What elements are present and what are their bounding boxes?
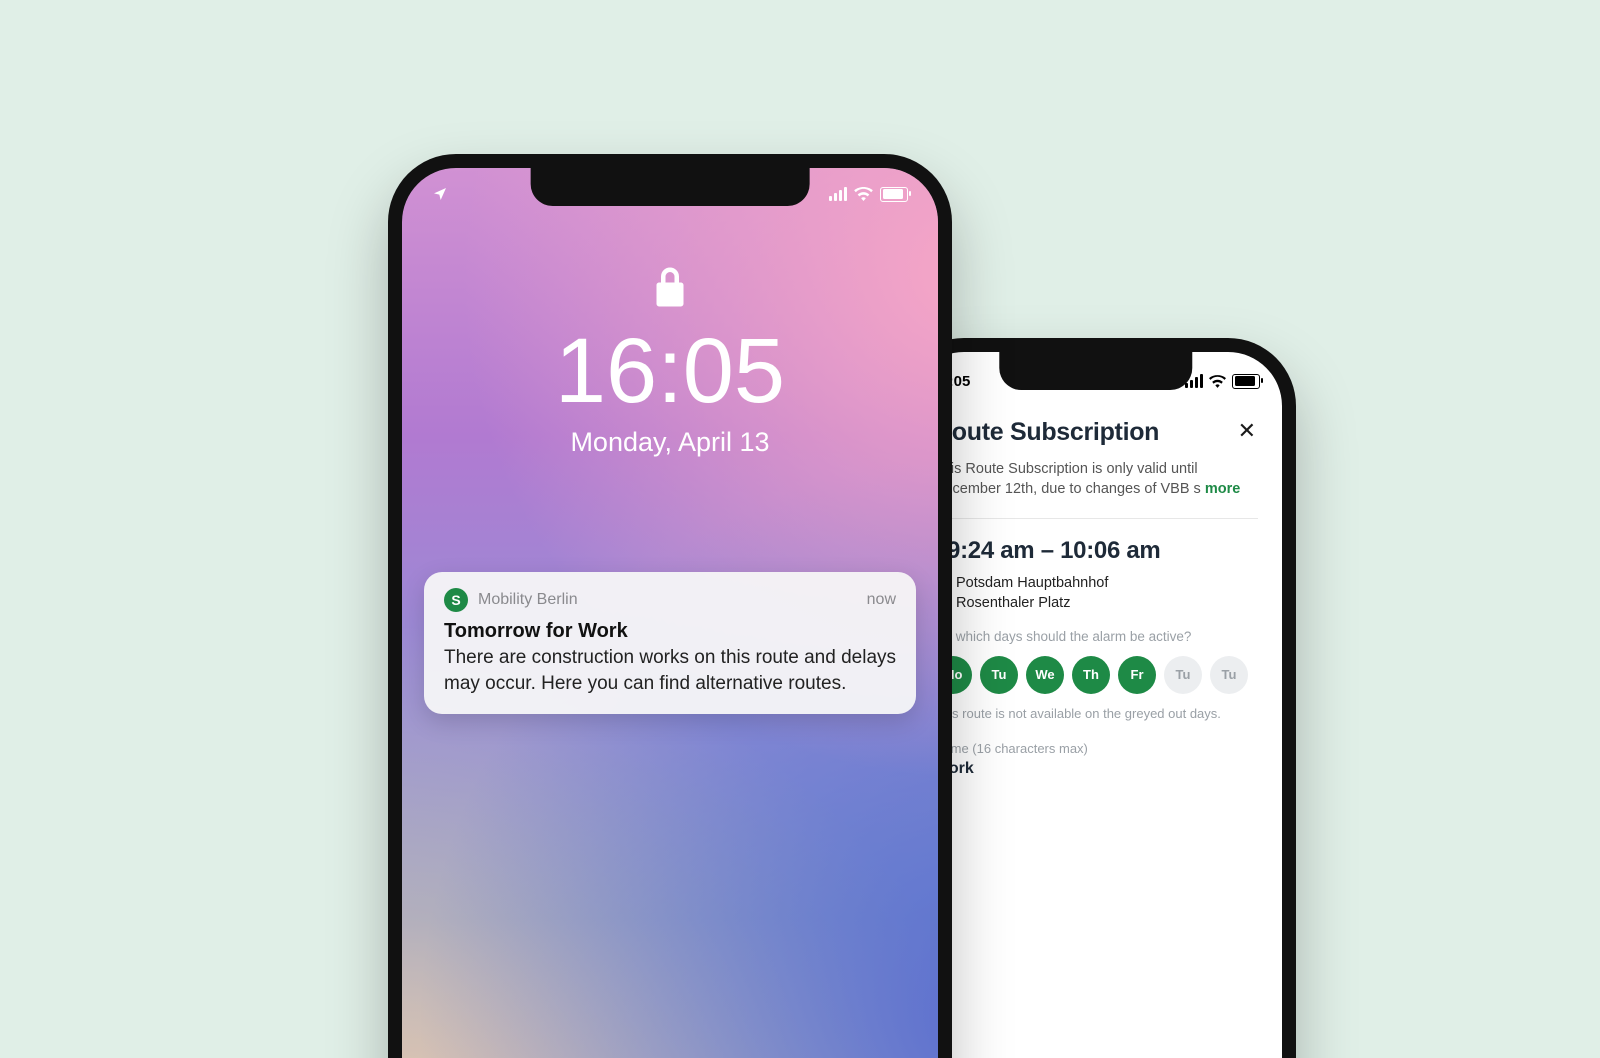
stops: Potsdam Hauptbahnhof Rosenthaler Platz xyxy=(934,575,1258,611)
notification-body: There are construction works on this rou… xyxy=(444,645,896,696)
signal-icon xyxy=(829,187,847,201)
day-toggle[interactable]: We xyxy=(1026,656,1064,694)
name-field-label: Name (16 characters max) xyxy=(934,741,1258,756)
notification-header: S Mobility Berlin now xyxy=(444,588,896,612)
name-field-value[interactable]: Work xyxy=(934,760,1258,778)
validity-notice: This Route Subscription is only valid un… xyxy=(934,459,1258,500)
lock-icon xyxy=(402,264,938,315)
more-link[interactable]: more xyxy=(1205,481,1240,497)
phone-lock-screen: 16:05 Monday, April 13 S Mobility Berlin… xyxy=(388,154,952,1058)
status-bar: 17:05 xyxy=(910,352,1282,396)
divider xyxy=(934,518,1258,519)
app-icon: S xyxy=(444,588,468,612)
lock-time: 16:05 xyxy=(402,325,938,417)
day-selector: MoTuWeThFrTuTu xyxy=(934,656,1258,694)
time-range: 09:24 am – 10:06 am xyxy=(934,537,1258,565)
lock-date: Monday, April 13 xyxy=(402,427,938,458)
day-toggle: Tu xyxy=(1164,656,1202,694)
screen: 17:05 Route Subscription ✕ xyxy=(910,352,1282,1058)
notification-card[interactable]: S Mobility Berlin now Tomorrow for Work … xyxy=(424,572,916,714)
day-toggle[interactable]: Th xyxy=(1072,656,1110,694)
days-question: On which days should the alarm be active… xyxy=(934,629,1258,644)
days-hint: This route is not available on the greye… xyxy=(934,706,1258,721)
wifi-icon xyxy=(854,187,873,201)
stop-from: Potsdam Hauptbahnhof xyxy=(934,575,1258,591)
lock-block: 16:05 Monday, April 13 xyxy=(402,264,938,458)
phone-route-subscription: 17:05 Route Subscription ✕ xyxy=(896,338,1296,1058)
screen: 16:05 Monday, April 13 S Mobility Berlin… xyxy=(402,168,938,1058)
battery-icon xyxy=(880,187,908,202)
day-toggle[interactable]: Tu xyxy=(980,656,1018,694)
stop-to-label: Rosenthaler Platz xyxy=(956,595,1070,611)
close-icon[interactable]: ✕ xyxy=(1236,418,1258,444)
battery-icon xyxy=(1232,374,1260,389)
location-arrow-icon xyxy=(432,186,448,202)
panel-title: Route Subscription xyxy=(934,418,1159,447)
status-bar xyxy=(402,180,938,202)
signal-icon xyxy=(1185,374,1203,388)
notification-time: now xyxy=(867,591,896,609)
stop-to: Rosenthaler Platz xyxy=(934,595,1258,611)
notification-title: Tomorrow for Work xyxy=(444,620,896,643)
app-name: Mobility Berlin xyxy=(478,591,578,609)
day-toggle[interactable]: Fr xyxy=(1118,656,1156,694)
day-toggle: Tu xyxy=(1210,656,1248,694)
route-subscription-panel: Route Subscription ✕ This Route Subscrip… xyxy=(910,396,1282,778)
notice-text: This Route Subscription is only valid un… xyxy=(934,461,1201,497)
stop-from-label: Potsdam Hauptbahnhof xyxy=(956,575,1108,591)
wifi-icon xyxy=(1209,375,1226,388)
